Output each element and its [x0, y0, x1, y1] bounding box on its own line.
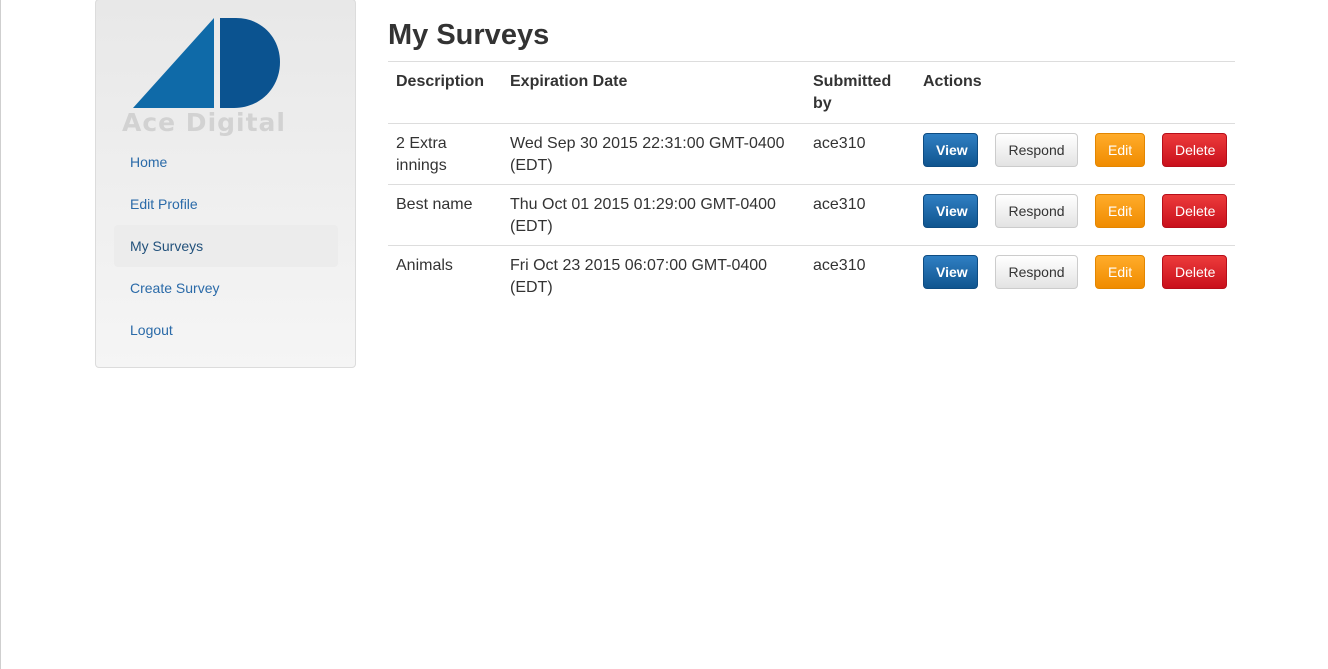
surveys-table: Description Expiration Date Submitted by…: [388, 62, 1235, 306]
page: Ace Digital Home Edit Profile My Surveys…: [0, 0, 1328, 669]
respond-button[interactable]: Respond: [995, 255, 1078, 289]
survey-description: 2 Extra innings: [388, 123, 502, 185]
view-button[interactable]: View: [923, 194, 978, 228]
main-content: My Surveys Description Expiration Date S…: [388, 16, 1235, 306]
column-header-description: Description: [388, 62, 502, 124]
survey-actions: View Respond Edit Delete: [915, 246, 1235, 307]
view-button[interactable]: View: [923, 133, 978, 167]
action-buttons: View Respond Edit Delete: [923, 133, 1227, 167]
column-header-submitted-by: Submitted by: [805, 62, 915, 124]
survey-submitted-by: ace310: [805, 123, 915, 185]
survey-submitted-by: ace310: [805, 184, 915, 246]
edit-button[interactable]: Edit: [1095, 194, 1145, 228]
delete-button[interactable]: Delete: [1162, 194, 1227, 228]
nav-item-home[interactable]: Home: [114, 141, 338, 183]
sidebar-nav: Home Edit Profile My Surveys Create Surv…: [114, 141, 338, 351]
action-buttons: View Respond Edit Delete: [923, 255, 1227, 289]
edit-button[interactable]: Edit: [1095, 133, 1145, 167]
sidebar: Ace Digital Home Edit Profile My Surveys…: [95, 0, 356, 368]
table-row: Animals Fri Oct 23 2015 06:07:00 GMT-040…: [388, 246, 1235, 307]
action-buttons: View Respond Edit Delete: [923, 194, 1227, 228]
column-header-expiration-date: Expiration Date: [502, 62, 805, 124]
window-edge: [0, 0, 1, 669]
logo-text: Ace Digital: [121, 108, 286, 137]
respond-button[interactable]: Respond: [995, 194, 1078, 228]
survey-actions: View Respond Edit Delete: [915, 123, 1235, 185]
edit-button[interactable]: Edit: [1095, 255, 1145, 289]
survey-description: Best name: [388, 184, 502, 246]
survey-description: Animals: [396, 257, 453, 274]
table-row: Best name Thu Oct 01 2015 01:29:00 GMT-0…: [388, 184, 1235, 246]
survey-actions: View Respond Edit Delete: [915, 184, 1235, 246]
survey-expiration-date: Thu Oct 01 2015 01:29:00 GMT-0400 (EDT): [502, 184, 805, 246]
nav-item-logout[interactable]: Logout: [114, 309, 338, 351]
survey-submitted-by: ace310: [813, 257, 866, 274]
nav-item-edit-profile[interactable]: Edit Profile: [114, 183, 338, 225]
ace-digital-logo[interactable]: Ace Digital: [114, 16, 294, 144]
column-header-actions: Actions: [915, 62, 1235, 124]
page-title: My Surveys: [388, 19, 550, 51]
delete-button[interactable]: Delete: [1162, 255, 1227, 289]
table-row: 2 Extra innings Wed Sep 30 2015 22:31:00…: [388, 123, 1235, 185]
nav-item-create-survey[interactable]: Create Survey: [114, 267, 338, 309]
survey-expiration-date: Wed Sep 30 2015 22:31:00 GMT-0400 (EDT): [502, 123, 805, 185]
view-button[interactable]: View: [923, 255, 978, 289]
survey-expiration-date: Fri Oct 23 2015 06:07:00 GMT-0400 (EDT): [510, 257, 768, 296]
logo-mark-icon: [133, 18, 280, 108]
delete-button[interactable]: Delete: [1162, 133, 1227, 167]
nav-item-my-surveys[interactable]: My Surveys: [114, 225, 338, 267]
respond-button[interactable]: Respond: [995, 133, 1078, 167]
table-header-row: Description Expiration Date Submitted by…: [388, 62, 1235, 124]
